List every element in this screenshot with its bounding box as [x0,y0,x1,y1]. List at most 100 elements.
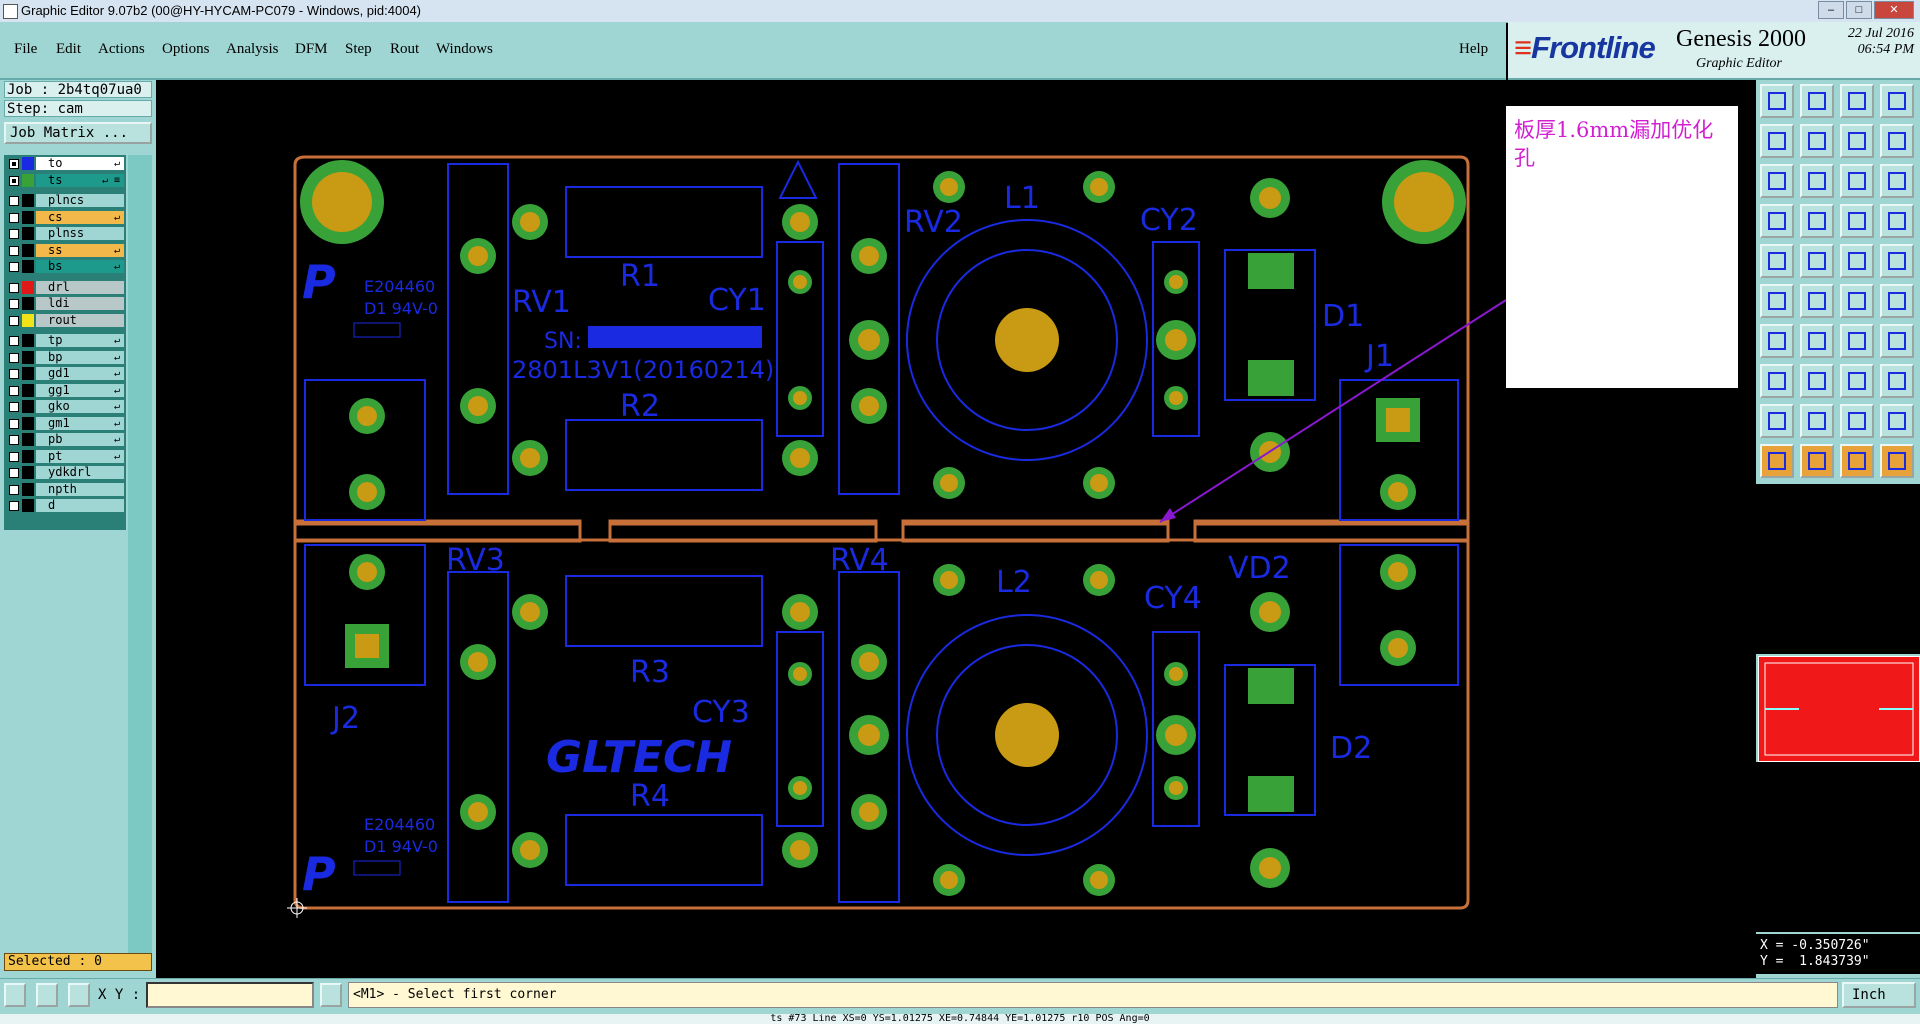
undo-icon[interactable] [1760,124,1794,158]
layer-name[interactable]: ts ↵ ≡ [36,173,124,187]
step-icon[interactable] [1840,124,1874,158]
fit-icon[interactable] [1760,164,1794,198]
rotate-arc-icon[interactable] [1840,324,1874,358]
layer-row[interactable]: to ↵ [7,157,125,171]
menu-file[interactable]: File [14,41,37,58]
layer-row[interactable]: npth [7,482,125,497]
layer-color-swatch[interactable] [22,297,34,310]
layer-row[interactable]: ydkdrl [7,466,125,480]
layer-row[interactable]: bp ↵ [7,350,125,365]
layer-name[interactable]: bs ↵ [36,260,124,273]
layer-name[interactable]: npth [36,482,124,496]
line-icon[interactable] [1760,324,1794,358]
layer-name[interactable]: ss ↵ [36,243,124,257]
layer-checkbox[interactable] [9,196,19,206]
layer-color-swatch[interactable] [22,350,34,364]
layer-color-swatch[interactable] [22,499,34,512]
layer-checkbox[interactable] [9,212,19,223]
layer-name[interactable]: drl [36,280,124,294]
layer-toggle-icon[interactable] [1880,204,1914,238]
menu-help[interactable]: Help [1459,41,1488,58]
layer-row[interactable]: gm1 ↵ [7,416,125,431]
maximize-icon[interactable]: □ [1846,1,1872,19]
layer-color-swatch[interactable] [22,416,34,430]
layer-checkbox[interactable] [9,175,19,186]
layer-name[interactable]: d [36,499,124,512]
minimize-icon[interactable]: – [1818,1,1844,19]
layout-icon[interactable] [1880,84,1914,118]
measure-icon[interactable] [36,983,58,1007]
layer-checkbox[interactable] [9,299,19,309]
layer-row[interactable]: cs ↵ [7,210,125,225]
menu-actions[interactable]: Actions [98,41,145,58]
layer-checkbox[interactable] [9,369,19,379]
center-icon[interactable] [1800,164,1834,198]
layer-checkbox[interactable] [9,435,19,445]
warn3-icon[interactable] [1840,404,1874,438]
save-icon[interactable] [1800,84,1834,118]
cursor-mode-icon[interactable] [320,983,342,1007]
arc-icon[interactable] [1800,324,1834,358]
layer-color-swatch[interactable] [22,280,34,294]
layer-row[interactable]: drl [7,280,125,295]
help-icon[interactable] [1880,164,1914,198]
layer-checkbox[interactable] [9,418,19,429]
home-icon[interactable] [1840,84,1874,118]
ruler-icon[interactable] [1840,244,1874,278]
layer-name[interactable]: pt ↵ [36,449,124,463]
layer-color-swatch[interactable] [22,157,34,170]
menu-edit[interactable]: Edit [56,41,81,58]
layer-row[interactable]: plncs [7,194,125,208]
layer-name[interactable]: tp ↵ [36,334,124,347]
layer-row[interactable]: ldi [7,297,125,311]
layer-color-swatch[interactable] [22,367,34,380]
layer-scrollbar[interactable] [128,155,152,955]
layer-row[interactable]: ss ↵ [7,243,125,258]
grid-icon[interactable] [1800,204,1834,238]
layer-checkbox[interactable] [9,159,19,169]
menu-analysis[interactable]: Analysis [226,41,279,58]
layer-checkbox[interactable] [9,352,19,363]
select-rect-icon[interactable] [1760,244,1794,278]
layer-color-swatch[interactable] [22,334,34,347]
layer-color-swatch[interactable] [22,400,34,413]
layer-checkbox[interactable] [9,501,19,511]
layer-color-swatch[interactable] [22,173,34,187]
menu-rout[interactable]: Rout [390,41,419,58]
layer-checkbox[interactable] [9,451,19,462]
layer-row[interactable]: gd1 ↵ [7,367,125,381]
graphic-canvas[interactable]: RV1 R1 CY1 RV2 L1 CY2 D1 J1 R2 RV3 RV4 L… [156,80,1507,978]
layer-name[interactable]: plnss [36,227,124,240]
layer-color-swatch[interactable] [22,243,34,257]
warn4-icon[interactable] [1880,404,1914,438]
layer-name[interactable]: plncs [36,194,124,207]
move-icon[interactable] [1760,284,1794,318]
warn-icon[interactable] [1760,404,1794,438]
close-icon[interactable]: ✕ [1874,1,1914,19]
layers-icon[interactable] [1840,204,1874,238]
rotate-icon[interactable] [1800,244,1834,278]
layer-color-swatch[interactable] [22,466,34,479]
pointer-icon[interactable] [1760,444,1794,478]
layer-checkbox[interactable] [9,245,19,256]
connect-icon[interactable] [1880,284,1914,318]
layer-checkbox[interactable] [9,262,19,272]
layer-name[interactable]: to ↵ [36,157,124,170]
layer-row[interactable]: pb ↵ [7,433,125,447]
layer-checkbox[interactable] [9,468,19,478]
warn2-icon[interactable] [1800,404,1834,438]
resize-icon[interactable] [1840,364,1874,398]
menu-dfm[interactable]: DFM [295,41,328,58]
layer-row[interactable]: gg1 ↵ [7,383,125,398]
split-icon[interactable] [1880,324,1914,358]
layer-color-swatch[interactable] [22,449,34,463]
layer-name[interactable]: ydkdrl [36,466,124,479]
layer-name[interactable]: gko ↵ [36,400,124,413]
layer-name[interactable]: gm1 ↵ [36,416,124,430]
menu-options[interactable]: Options [162,41,210,58]
group-icon[interactable] [1880,364,1914,398]
layer-color-swatch[interactable] [22,313,34,327]
layer-name[interactable]: gg1 ↵ [36,383,124,397]
layer-row[interactable]: rout [7,313,125,328]
zoom-window-icon[interactable] [4,983,26,1007]
